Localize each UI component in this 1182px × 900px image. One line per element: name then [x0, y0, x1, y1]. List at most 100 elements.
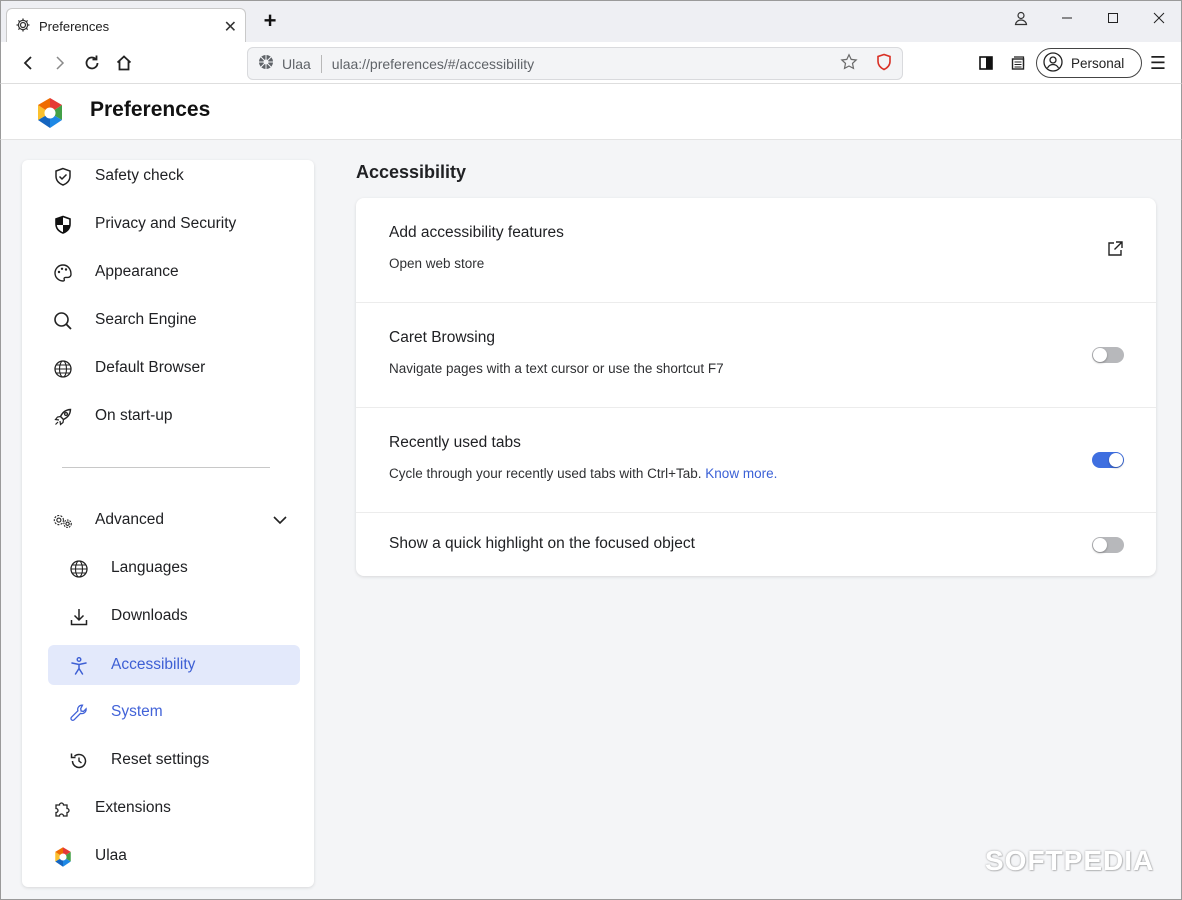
- tab-strip: Preferences ✕ +: [0, 0, 1182, 44]
- sidebar-item-label: Appearance: [95, 263, 179, 280]
- sidebar-item-label: Search Engine: [95, 311, 197, 328]
- chevron-down-icon[interactable]: [272, 512, 288, 533]
- sidebar-item-label: Default Browser: [95, 359, 206, 376]
- settings-row-caret-browsing[interactable]: Caret Browsing Navigate pages with a tex…: [356, 303, 1156, 408]
- sidebar-item-label: Privacy and Security: [95, 215, 237, 232]
- download-icon: [68, 606, 90, 628]
- browser-toolbar: Ulaa ulaa://preferences/#/accessibility …: [0, 42, 1182, 84]
- sidebar-toggle-icon[interactable]: [973, 50, 999, 76]
- wrench-icon: [68, 702, 90, 724]
- new-tab-button[interactable]: +: [259, 10, 281, 33]
- sidebar-item-label: System: [111, 703, 163, 720]
- globe-icon: [52, 358, 74, 380]
- sidebar-item-privacy[interactable]: Privacy and Security: [22, 204, 314, 244]
- toggle-knob: [1109, 453, 1123, 467]
- sidebar-item-downloads[interactable]: Downloads: [22, 596, 314, 636]
- sidebar-item-accessibility[interactable]: Accessibility: [48, 645, 300, 685]
- sidebar-item-languages[interactable]: Languages: [22, 548, 314, 588]
- tab-title: Preferences: [39, 19, 110, 34]
- sidebar-item-appearance[interactable]: Appearance: [22, 252, 314, 292]
- sidebar-item-label: Safety check: [95, 167, 184, 184]
- gear-icon: [15, 17, 31, 36]
- toggle-knob: [1093, 538, 1107, 552]
- sidebar-item-extensions[interactable]: Extensions: [22, 788, 314, 828]
- sidebar-item-safety-check[interactable]: Safety check: [22, 160, 314, 196]
- shield-check-icon: [52, 166, 74, 188]
- tab-stack-icon[interactable]: [1005, 50, 1031, 76]
- row-title: Add accessibility features: [389, 224, 564, 241]
- back-button[interactable]: [15, 50, 41, 76]
- shield-half-icon: [52, 214, 74, 236]
- caret-browsing-toggle[interactable]: [1092, 347, 1124, 363]
- sidebar-item-advanced[interactable]: Advanced: [22, 500, 314, 540]
- row-subtitle: Navigate pages with a text cursor or use…: [389, 361, 724, 376]
- reload-button[interactable]: [79, 50, 105, 76]
- sidebar-item-label: Downloads: [111, 607, 188, 624]
- row-subtitle: Open web store: [389, 256, 485, 271]
- accessibility-settings-card: Add accessibility features Open web stor…: [356, 198, 1156, 576]
- ulaa-logo-icon: [33, 96, 67, 135]
- bookmark-star-icon[interactable]: [840, 53, 858, 74]
- ulaa-site-icon: [258, 54, 274, 73]
- sidebar-item-reset-settings[interactable]: Reset settings: [22, 740, 314, 780]
- sidebar-item-ulaa[interactable]: Ulaa: [22, 836, 314, 876]
- section-title: Accessibility: [356, 162, 467, 182]
- tab-close-icon[interactable]: ✕: [224, 17, 237, 37]
- sidebar-item-label: Reset settings: [111, 751, 210, 768]
- globe-icon: [68, 558, 90, 580]
- sidebar-item-label: Accessibility: [111, 656, 196, 673]
- row-title: Show a quick highlight on the focused ob…: [389, 535, 695, 552]
- toggle-knob: [1093, 348, 1107, 362]
- row-title: Recently used tabs: [389, 434, 521, 451]
- sidebar-item-label: Ulaa: [95, 847, 127, 864]
- sidebar-item-label: On start-up: [95, 407, 173, 424]
- palette-icon: [52, 262, 74, 284]
- sidebar-divider: [62, 467, 270, 468]
- settings-row-add-features[interactable]: Add accessibility features Open web stor…: [356, 198, 1156, 303]
- sidebar-item-on-startup[interactable]: On start-up: [22, 396, 314, 436]
- tab-preferences[interactable]: Preferences ✕: [6, 8, 246, 44]
- accessibility-icon: [68, 655, 90, 677]
- address-bar[interactable]: Ulaa ulaa://preferences/#/accessibility: [247, 47, 903, 80]
- puzzle-icon: [52, 798, 74, 820]
- page-header: Preferences: [0, 84, 1182, 140]
- sidebar-item-label: Languages: [111, 559, 188, 576]
- know-more-link[interactable]: Know more.: [705, 466, 777, 481]
- search-icon: [52, 310, 74, 332]
- sidebar-item-label: Advanced: [95, 511, 164, 528]
- profile-label: Personal: [1071, 55, 1125, 71]
- forward-button[interactable]: [47, 50, 73, 76]
- ulaa-logo-icon: [52, 846, 74, 868]
- sidebar-item-search-engine[interactable]: Search Engine: [22, 300, 314, 340]
- reset-icon: [68, 750, 90, 772]
- settings-row-recent-tabs[interactable]: Recently used tabs Cycle through your re…: [356, 408, 1156, 513]
- row-title: Caret Browsing: [389, 329, 495, 346]
- sidebar-item-default-browser[interactable]: Default Browser: [22, 348, 314, 388]
- recently-used-tabs-toggle[interactable]: [1092, 452, 1124, 468]
- settings-sidebar: Safety check Privacy and Security Appear…: [22, 160, 314, 887]
- row-subtitle: Cycle through your recently used tabs wi…: [389, 466, 702, 481]
- content-area: Safety check Privacy and Security Appear…: [0, 140, 1182, 900]
- site-label: Ulaa: [282, 55, 311, 72]
- focus-highlight-toggle[interactable]: [1092, 537, 1124, 553]
- address-separator: [320, 54, 322, 73]
- gears-icon: [52, 510, 74, 532]
- minimize-button[interactable]: [1055, 7, 1079, 29]
- profile-icon[interactable]: [1009, 7, 1033, 29]
- profile-button[interactable]: Personal: [1036, 48, 1142, 78]
- row-subtitle-wrap: Cycle through your recently used tabs wi…: [389, 466, 777, 481]
- sidebar-item-label: Extensions: [95, 799, 171, 816]
- page-title: Preferences: [90, 98, 211, 121]
- sidebar-item-system[interactable]: System: [22, 692, 314, 732]
- shield-extension-icon[interactable]: [876, 53, 892, 74]
- maximize-button[interactable]: [1101, 7, 1125, 29]
- close-window-button[interactable]: [1147, 7, 1171, 29]
- avatar-icon: [1043, 51, 1063, 75]
- menu-icon[interactable]: ☰: [1145, 50, 1171, 76]
- home-button[interactable]: [111, 50, 137, 76]
- rocket-icon: [52, 406, 74, 428]
- external-link-icon[interactable]: [1106, 240, 1124, 263]
- watermark: SOFTPEDIA: [985, 845, 1155, 876]
- settings-row-focus-highlight[interactable]: Show a quick highlight on the focused ob…: [356, 513, 1156, 576]
- url-text[interactable]: ulaa://preferences/#/accessibility: [332, 56, 840, 72]
